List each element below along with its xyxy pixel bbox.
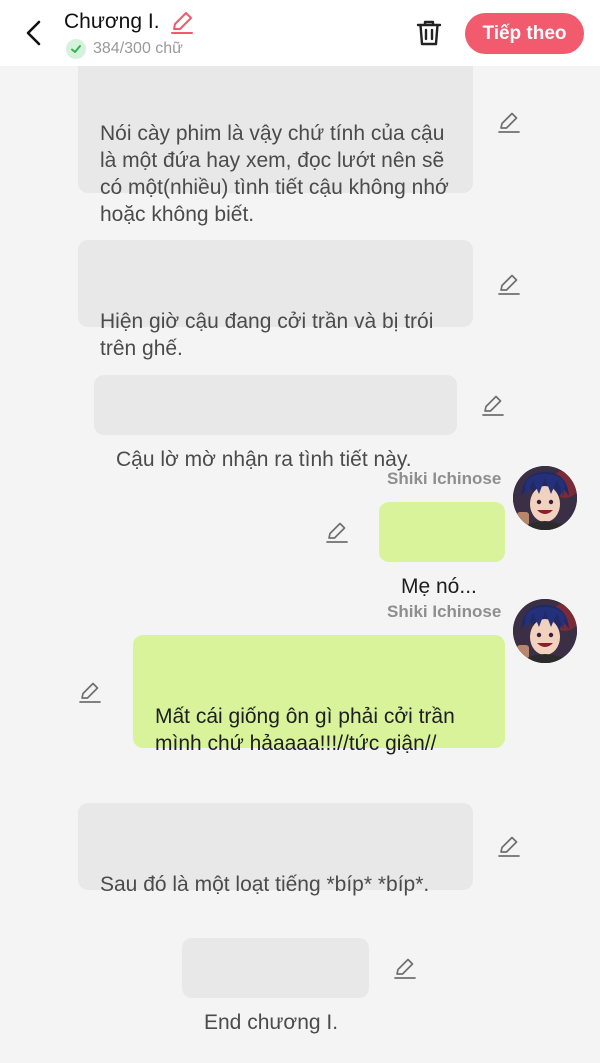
message-text: Nói cày phim là vậy chứ tính của cậu là … (100, 122, 455, 226)
chapter-title: Chương I. (64, 10, 160, 33)
pencil-icon (498, 836, 520, 857)
edit-message-button[interactable] (497, 834, 521, 858)
pencil-icon (482, 395, 504, 416)
next-button[interactable]: Tiếp theo (465, 13, 584, 54)
pencil-icon (498, 274, 520, 295)
message-text: Hiện giờ cậu đang cởi trần và bị trói tr… (100, 310, 440, 360)
message-text: End chương I. (204, 1011, 339, 1034)
pencil-icon (498, 112, 520, 133)
dialogue-bubble[interactable]: Mẹ nó... (379, 502, 505, 598)
narration-bubble[interactable]: End chương I. (182, 938, 369, 1034)
dialogue-bubble[interactable]: Mất cái giống ôn gì phải cởi trần mình c… (133, 635, 505, 755)
message-text: Mẹ nó... (401, 575, 477, 598)
edit-message-button[interactable] (393, 956, 417, 980)
back-button[interactable] (18, 16, 48, 50)
check-icon (66, 39, 86, 59)
pencil-icon (171, 12, 193, 34)
chevron-left-icon (26, 20, 41, 46)
pencil-icon (394, 958, 416, 979)
speaker-name: Shiki Ichinose (387, 602, 502, 621)
narration-bubble[interactable]: Hiện giờ cậu đang cởi trần và bị trói tr… (78, 240, 473, 360)
pencil-icon (326, 522, 348, 543)
message-text: Sau đó là một loạt tiếng *bíp* *bíp*. (100, 873, 430, 896)
character-avatar[interactable] (513, 599, 577, 663)
edit-title-button[interactable] (169, 9, 195, 35)
narration-bubble[interactable]: Sau đó là một loạt tiếng *bíp* *bíp*. (78, 803, 473, 896)
trash-icon (416, 20, 442, 46)
edit-message-button[interactable] (78, 680, 102, 704)
delete-button[interactable] (413, 17, 445, 49)
pencil-icon (79, 682, 101, 703)
edit-message-button[interactable] (325, 520, 349, 544)
speaker-name: Shiki Ichinose (387, 469, 502, 488)
edit-message-button[interactable] (481, 393, 505, 417)
narration-bubble[interactable]: Cậu lờ mờ nhận ra tình tiết này. (94, 375, 457, 471)
edit-message-button[interactable] (497, 272, 521, 296)
narration-bubble[interactable]: Nói cày phim là vậy chứ tính của cậu là … (78, 52, 473, 226)
message-text: Mất cái giống ôn gì phải cởi trần mình c… (155, 705, 461, 755)
edit-message-button[interactable] (497, 110, 521, 134)
top-bar: Chương I. 384/300 chữ Tiếp theo (0, 0, 600, 66)
word-count: 384/300 chữ (93, 40, 183, 57)
character-avatar[interactable] (513, 466, 577, 530)
